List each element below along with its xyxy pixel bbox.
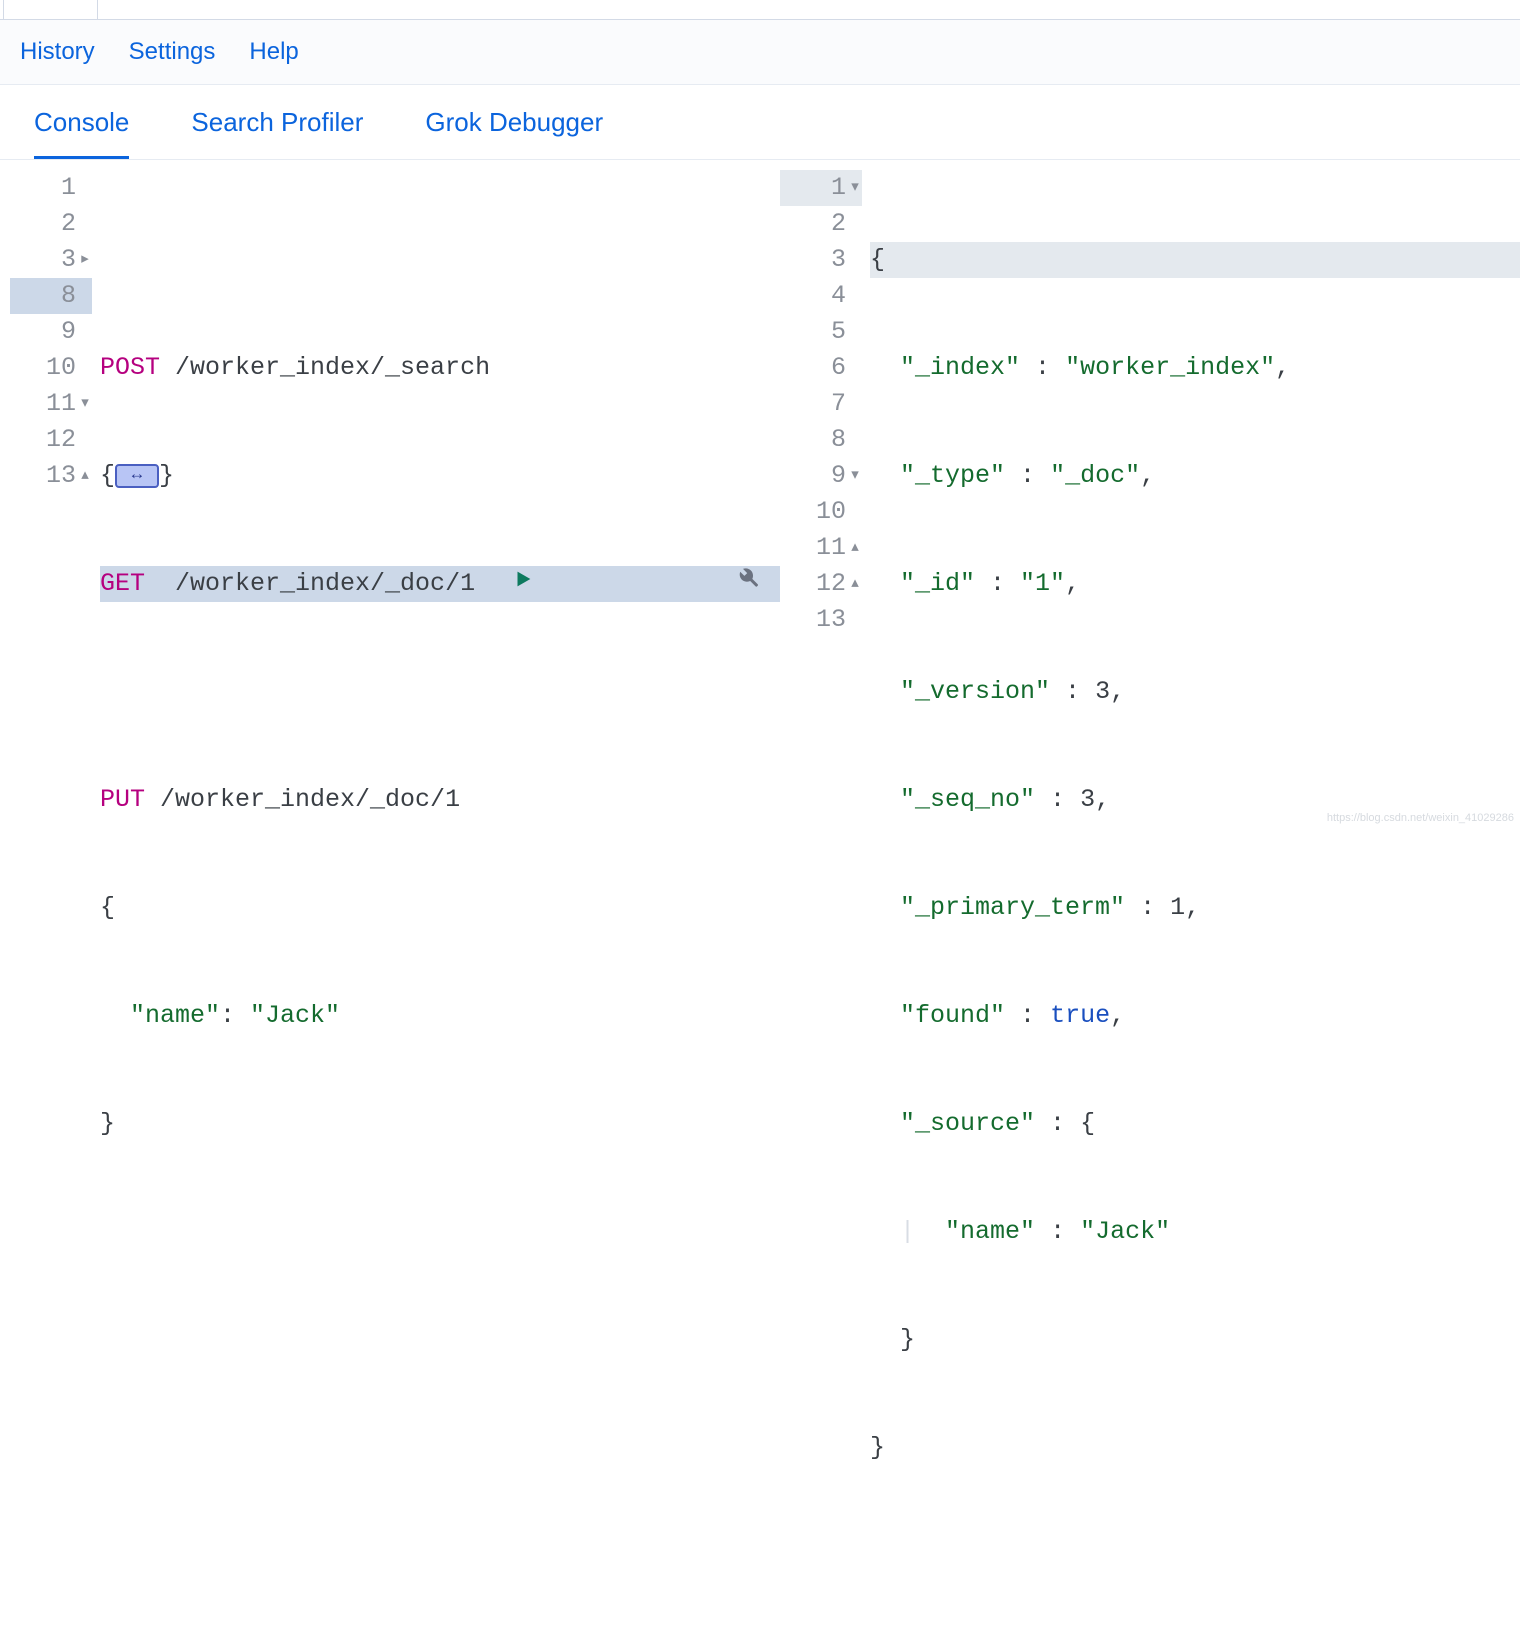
json-string: "1" bbox=[1020, 566, 1065, 602]
json-key: "_version" bbox=[900, 674, 1050, 710]
json-key: "found" bbox=[900, 998, 1005, 1034]
run-request-icon[interactable] bbox=[332, 530, 534, 638]
json-string: "worker_index" bbox=[1065, 350, 1275, 386]
window-top-bar bbox=[0, 0, 1520, 20]
line-number: 2 bbox=[831, 206, 846, 242]
menu-help[interactable]: Help bbox=[249, 38, 298, 66]
line-number: 6 bbox=[831, 350, 846, 386]
line-number: 11 bbox=[46, 386, 76, 422]
json-key: "_source" bbox=[900, 1106, 1035, 1142]
json-key: "_primary_term" bbox=[900, 890, 1125, 926]
json-key: "name" bbox=[130, 998, 220, 1034]
line-number: 12 bbox=[816, 566, 846, 602]
request-code[interactable]: POST /worker_index/_search {↔} GET /work… bbox=[100, 170, 780, 1646]
top-spacer bbox=[3, 0, 98, 20]
line-number: 9 bbox=[831, 458, 846, 494]
fold-open-icon[interactable]: ▾ bbox=[848, 458, 862, 494]
menu-bar: History Settings Help bbox=[0, 20, 1520, 85]
line-number: 10 bbox=[816, 494, 846, 530]
fold-collapsed-icon[interactable]: ▸ bbox=[78, 242, 92, 278]
line-number: 1 bbox=[831, 170, 846, 206]
http-method-put: PUT bbox=[100, 782, 145, 818]
menu-settings[interactable]: Settings bbox=[129, 38, 216, 66]
brace-close: } bbox=[159, 458, 174, 494]
brace-close: } bbox=[870, 1430, 885, 1466]
brace-open: { bbox=[100, 890, 115, 926]
fold-close-icon[interactable]: ▴ bbox=[78, 458, 92, 494]
watermark: https://blog.csdn.net/weixin_41029286 bbox=[1327, 812, 1514, 824]
brace-open: { bbox=[870, 242, 885, 278]
response-code: { "_index" : "worker_index", "_type" : "… bbox=[870, 170, 1520, 1646]
line-number: 8 bbox=[831, 422, 846, 458]
request-gutter: 1 2 3▸ 8 9 10 11▾ 12 13▴ bbox=[10, 170, 100, 1646]
line-number: 3 bbox=[831, 242, 846, 278]
line-number: 13 bbox=[46, 458, 76, 494]
json-string: "Jack" bbox=[250, 998, 340, 1034]
brace-close: } bbox=[900, 1322, 915, 1358]
folded-content-badge[interactable]: ↔ bbox=[115, 464, 159, 488]
fold-close-icon[interactable]: ▴ bbox=[848, 530, 862, 566]
editor-area: 1 2 3▸ 8 9 10 11▾ 12 13▴ POST /worker_in… bbox=[0, 160, 1520, 1646]
json-key: "_seq_no" bbox=[900, 782, 1035, 818]
tab-bar: Console Search Profiler Grok Debugger bbox=[0, 85, 1520, 160]
tab-console[interactable]: Console bbox=[34, 107, 129, 159]
response-viewer: 1▾ 2 3 4 5 6 7 8 9▾ 10 11▴ 12▴ 13 { "_in… bbox=[780, 170, 1520, 1646]
line-number: 13 bbox=[816, 602, 846, 638]
json-key: "_type" bbox=[900, 458, 1005, 494]
tab-search-profiler[interactable]: Search Profiler bbox=[191, 107, 363, 159]
http-method-get: GET bbox=[100, 566, 145, 602]
line-number: 10 bbox=[46, 350, 76, 386]
line-number: 11 bbox=[816, 530, 846, 566]
json-number: 1 bbox=[1170, 890, 1185, 926]
line-number: 12 bbox=[46, 422, 76, 458]
json-string: "_doc" bbox=[1050, 458, 1140, 494]
response-gutter: 1▾ 2 3 4 5 6 7 8 9▾ 10 11▴ 12▴ 13 bbox=[780, 170, 870, 1646]
json-number: 3 bbox=[1095, 674, 1110, 710]
json-boolean: true bbox=[1050, 998, 1110, 1034]
line-number: 7 bbox=[831, 386, 846, 422]
line-number: 1 bbox=[61, 170, 76, 206]
line-number: 8 bbox=[61, 278, 76, 314]
line-number: 9 bbox=[61, 314, 76, 350]
json-string: "Jack" bbox=[1080, 1214, 1170, 1250]
brace-close: } bbox=[100, 1106, 115, 1142]
line-number: 2 bbox=[61, 206, 76, 242]
http-method-post: POST bbox=[100, 350, 160, 386]
request-path: /worker_index/_doc/1 bbox=[145, 782, 460, 818]
request-path: /worker_index/_search bbox=[160, 350, 490, 386]
line-number: 5 bbox=[831, 314, 846, 350]
request-editor[interactable]: 1 2 3▸ 8 9 10 11▾ 12 13▴ POST /worker_in… bbox=[0, 170, 780, 1646]
fold-open-icon[interactable]: ▾ bbox=[78, 386, 92, 422]
json-key: "_id" bbox=[900, 566, 975, 602]
line-number: 3 bbox=[61, 242, 76, 278]
fold-open-icon[interactable]: ▾ bbox=[848, 170, 862, 206]
line-number: 4 bbox=[831, 278, 846, 314]
json-number: 3 bbox=[1080, 782, 1095, 818]
json-key: "_index" bbox=[900, 350, 1020, 386]
json-key: "name" bbox=[945, 1214, 1035, 1250]
brace-open: { bbox=[100, 458, 115, 494]
menu-history[interactable]: History bbox=[20, 38, 95, 66]
tab-grok-debugger[interactable]: Grok Debugger bbox=[425, 107, 603, 159]
request-options-icon[interactable] bbox=[556, 530, 760, 638]
fold-close-icon[interactable]: ▴ bbox=[848, 566, 862, 602]
